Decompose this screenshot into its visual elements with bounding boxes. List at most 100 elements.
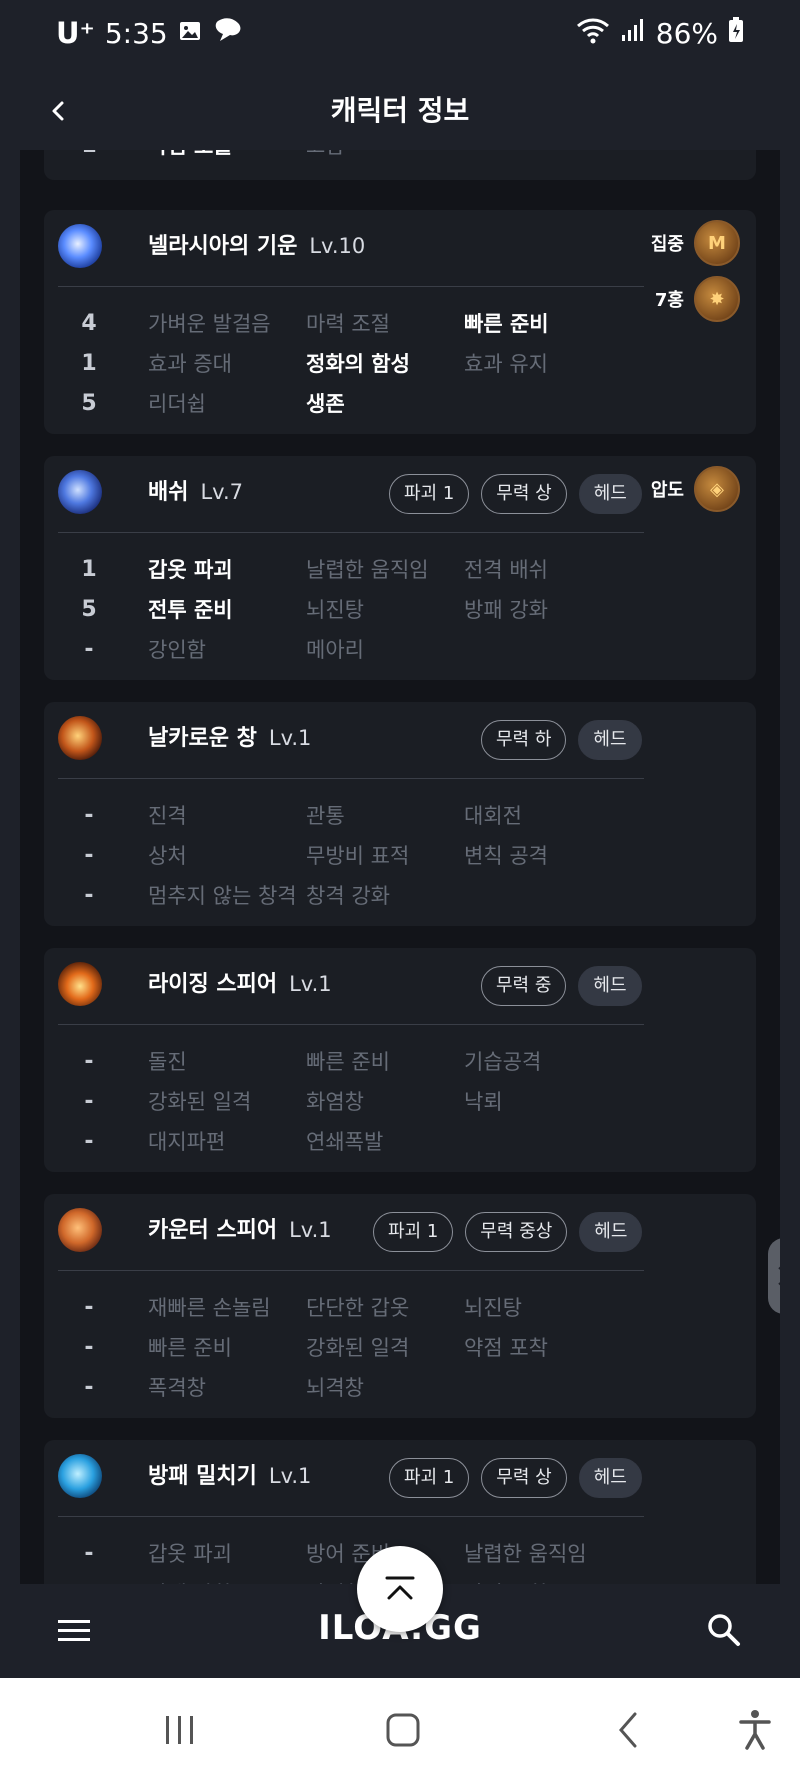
tripod-row-number: 5 (81, 597, 97, 622)
skill-tag: 무력 중 (481, 966, 567, 1006)
tripod-row-number: 5 (81, 391, 97, 416)
head-badge: 헤드 (579, 1212, 643, 1252)
tripod-selected: 정화의 함성 (306, 352, 410, 376)
home-icon (386, 1713, 420, 1747)
tripod-selected: 생존 (306, 392, 345, 416)
tripod-row-number: 1 (74, 150, 104, 166)
skill-tag: 무력 중상 (465, 1212, 568, 1252)
tripod-option: 대회전 (464, 804, 522, 828)
tripod-row-number: - (84, 803, 94, 828)
tripod-row-number: - (84, 843, 94, 868)
tripod-row: - 강화된 일격 화염창 낙뢰 (44, 1082, 644, 1122)
tripod-row: - 폭격창 뇌격창 (44, 1368, 644, 1408)
tripod-option: 날렵한 움직임 (306, 558, 429, 582)
skill-name: 넬라시아의 기운 Lv.10 (148, 230, 365, 263)
head-badge: 헤드 (578, 1458, 642, 1498)
divider (58, 1516, 644, 1517)
tripod-option: 약점 포착 (464, 1336, 548, 1360)
tripod-option: 낙뢰 (464, 1090, 503, 1114)
search-icon (708, 1614, 740, 1646)
accessibility-button[interactable] (730, 1708, 780, 1752)
skill-icon (58, 470, 102, 514)
tripod-row: - 갑옷 파괴 방어 준비 날렵한 움직임 (44, 1534, 644, 1574)
back-nav-button[interactable] (604, 1708, 654, 1752)
tripod-row: - 진격 관통 대회전 (44, 796, 644, 836)
skill-card[interactable]: 라이징 스피어 Lv.1 무력 중 헤드 - 돌진 빠른 준비 기습공격 - 강화된 일격 화염창 낙… (44, 948, 756, 1172)
accessibility-icon (739, 1710, 771, 1750)
tripod-row-number: 1 (81, 557, 97, 582)
rune-gem-label: 7홍 (654, 290, 684, 311)
tripod-option: 상처 (148, 844, 187, 868)
skill-icon (58, 1454, 102, 1498)
skill-name: 배쉬 Lv.7 (148, 476, 243, 509)
tripod-row: 1 약점 노출 고함 (44, 150, 644, 166)
tripod-option: 단단한 갑옷 (306, 1296, 410, 1320)
tripod-option: 메아리 (306, 638, 364, 662)
skill-list[interactable]: 1 약점 노출 고함 넬라시아의 기운Lv.104가벼운 발걸음마력 조절빠른 … (20, 150, 780, 1584)
scroll-to-top-button[interactable] (357, 1546, 443, 1632)
chevron-up-icon[interactable] (777, 1261, 780, 1271)
tripod-option: 효과 유지 (464, 352, 548, 376)
tripod-selected: 갑옷 파괴 (148, 558, 233, 582)
tripod-option: 무방비 표적 (306, 844, 410, 868)
carrier-label: U⁺ (56, 16, 95, 50)
tripod-row: - 빠른 준비 강화된 일격 약점 포착 (44, 1328, 644, 1368)
skill-card[interactable]: 배쉬 Lv.7 파괴 1 무력 상 헤드 1 갑옷 파괴 날렵한 움직임 전격 배쉬 5 전투 준비… (44, 456, 756, 680)
tripod-row: - 강인함 메아리 (44, 630, 644, 670)
tripod-row-number: - (84, 637, 94, 662)
skill-name-text: 날카로운 창 (148, 726, 257, 751)
scroll-control[interactable] (768, 1238, 780, 1314)
head-badge: 헤드 (578, 966, 642, 1006)
skill-tags: 파괴 1 무력 상 헤드 (389, 1458, 642, 1498)
head-badge: 헤드 (578, 720, 642, 760)
home-button[interactable] (378, 1708, 428, 1752)
tripod-row-number: - (84, 1089, 94, 1114)
tripod-row: - 돌진 빠른 준비 기습공격 (44, 1042, 644, 1082)
tripod-option: 강화된 일격 (306, 1336, 410, 1360)
tripod-row: - 상처 무방비 표적 변칙 공격 (44, 836, 644, 876)
skill-level: Lv.10 (309, 234, 366, 258)
tripod-row: 1 갑옷 파괴 날렵한 움직임 전격 배쉬 (44, 550, 644, 590)
tripod-label: 약점 노출 (148, 150, 233, 166)
tripod-row-number: - (84, 1335, 94, 1360)
system-nav-bar (0, 1678, 800, 1778)
tripod-option: 마력 조절 (306, 312, 390, 336)
tripod-option: 진격 (148, 804, 187, 828)
gem-icon: M (694, 220, 740, 266)
clock: 5:35 (104, 16, 168, 50)
divider (58, 1270, 644, 1271)
skill-name: 날카로운 창 Lv.1 (148, 722, 311, 755)
skill-name: 방패 밀치기 Lv.1 (148, 1460, 311, 1493)
tripod-option: 방패 강화 (464, 598, 548, 622)
skill-card[interactable]: 넬라시아의 기운 Lv.10 4 가벼운 발걸음 마력 조절 빠른 준비 1 효과 증대 정화의… (44, 210, 756, 434)
gem-icon: ✸ (694, 276, 740, 322)
skill-tag: 무력 상 (481, 1458, 567, 1498)
tripod-row-number: - (74, 1574, 104, 1584)
tripod-option: 뇌진탕 (464, 1296, 522, 1320)
head-badge: 헤드 (578, 474, 642, 514)
tripod-option: 갑옷 파괴 (148, 1542, 232, 1566)
chevron-down-icon[interactable] (777, 1281, 780, 1291)
tripod-option: 폭격창 (148, 1376, 206, 1400)
skill-card[interactable]: 날카로운 창 Lv.1 무력 하 헤드 - 진격 관통 대회전 - 상처 무방비 표적 변칙 공격 - 멈… (44, 702, 756, 926)
screen: U⁺ 5:35 86% 캐릭터 정보 넬라시아의 기운 Lv.10 4 가벼운 … (0, 0, 800, 1778)
skill-card[interactable]: 카운터 스피어 Lv.1 파괴 1 무력 중상 헤드 - 재빠른 손놀림 단단한 갑옷 뇌진탕 -… (44, 1194, 756, 1418)
tripod-option: 대지파편 (148, 1130, 226, 1154)
skill-tags: 파괴 1 무력 상 헤드 (389, 474, 642, 514)
tripod-row: - 대지파편 연쇄폭발 (44, 1122, 644, 1162)
tripod-row-number: - (84, 1295, 94, 1320)
recent-apps-button[interactable] (155, 1708, 205, 1752)
battery-icon (728, 17, 744, 50)
skill-level: Lv.1 (268, 726, 312, 750)
tripod-option: 빠른 준비 (148, 1336, 232, 1360)
recents-icon (166, 1716, 193, 1744)
divider (58, 286, 644, 287)
skill-tag: 무력 하 (481, 720, 567, 760)
tripod-row: - 멈추지 않는 창격 창격 강화 (44, 876, 644, 916)
tripod-option: 뇌격창 (306, 1376, 364, 1400)
skill-icon (58, 962, 102, 1006)
tripod-row-number: 4 (81, 311, 97, 336)
tripod-option: 뇌진탕 (306, 598, 364, 622)
tripod-row-number: - (84, 883, 94, 908)
search-button[interactable] (704, 1610, 744, 1650)
